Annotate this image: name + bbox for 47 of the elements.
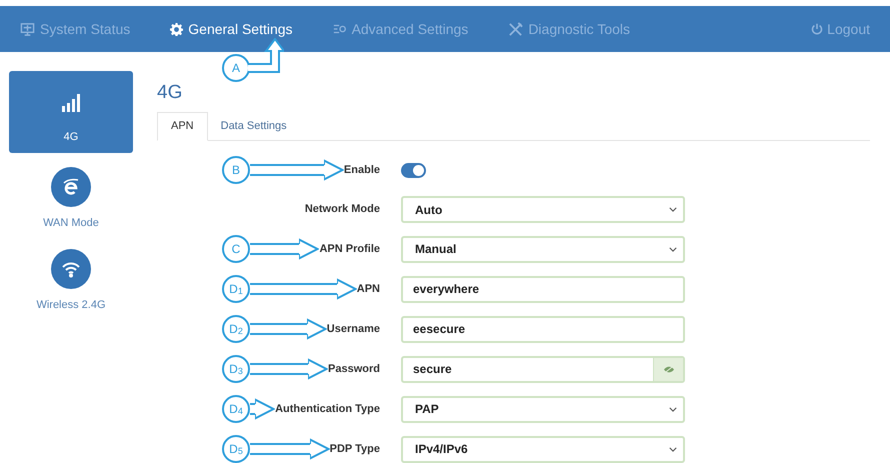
callout-marker: A [222, 54, 250, 82]
dropdown[interactable]: IPv4/IPv6 [401, 436, 685, 462]
tab[interactable]: Data Settings [208, 112, 300, 140]
callout-marker: B [222, 156, 250, 184]
gear-icon [170, 22, 184, 36]
password-field[interactable]: secure [401, 356, 685, 382]
field-label: Authentication Type [275, 402, 380, 417]
wifi-icon [51, 249, 91, 289]
toggle-switch[interactable] [401, 162, 426, 178]
dropdown[interactable]: PAP [401, 396, 685, 422]
show-password-button[interactable] [653, 358, 683, 380]
callout-marker: D$_{2}$ [222, 315, 250, 343]
input-field[interactable]: everywhere [401, 276, 685, 302]
e-letter-icon [51, 167, 91, 207]
chevron-icon [669, 406, 677, 412]
callout-marker: D$_{1}$ [222, 275, 250, 303]
tools-icon [508, 22, 524, 36]
callout-marker: C [222, 235, 250, 263]
field-label: Password [328, 362, 380, 377]
sidebar-item[interactable]: 4G [9, 71, 133, 153]
field-label: APN [356, 282, 380, 297]
sidebar-item[interactable]: Wireless 2.4G [9, 245, 133, 327]
eye-icon [664, 366, 674, 372]
dropdown[interactable]: Auto [401, 196, 685, 223]
field-label: Enable [344, 162, 380, 178]
tab[interactable]: APN [157, 112, 208, 141]
power-icon [811, 23, 824, 35]
sliders-icon [332, 22, 347, 36]
chevron-icon [669, 246, 677, 252]
chevron-icon [669, 446, 677, 452]
page-title: 4G [157, 82, 184, 104]
field-label: Network Mode [304, 202, 380, 218]
input-field[interactable]: eesecure [401, 316, 685, 342]
callout-arrow [250, 398, 276, 420]
field-label: Username [326, 322, 380, 337]
monitor-icon [20, 22, 35, 36]
callout-marker: D$_{3}$ [222, 355, 250, 383]
field-label: PDP Type [330, 442, 380, 457]
callout-arrow [250, 238, 320, 260]
callout-marker: D$_{5}$ [222, 435, 250, 463]
sidebar-item[interactable]: WAN Mode [9, 163, 133, 245]
callout-marker: D$_{4}$ [222, 395, 250, 423]
nav-tab[interactable]: General Settings [170, 18, 293, 40]
chevron-icon [669, 207, 677, 212]
dropdown[interactable]: Manual [401, 236, 685, 262]
field-label: APN Profile [319, 242, 380, 257]
callout-arrow [248, 38, 284, 74]
